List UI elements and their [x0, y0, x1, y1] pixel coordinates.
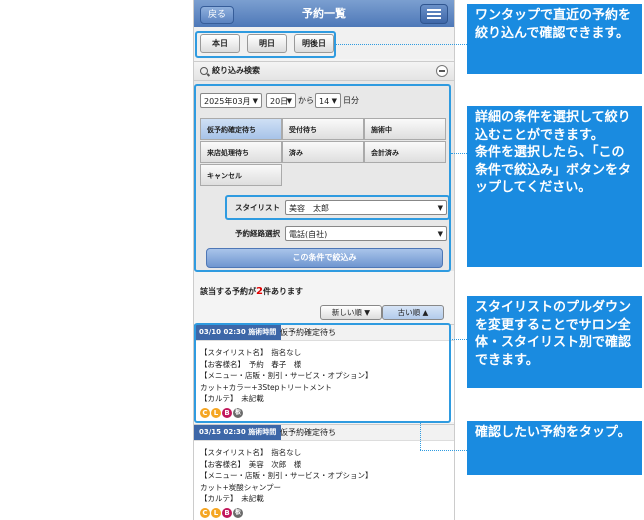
badge-l: L [211, 507, 221, 518]
connector-line [336, 44, 467, 45]
app-header: 戻る 予約一覧 [194, 0, 454, 27]
filter-header[interactable]: 絞り込み検索 [194, 61, 454, 81]
reservation-line: 【スタイリスト名】 指名なし [200, 448, 302, 457]
callout-tap-reservation: 確認したい予約をタップ。 [467, 421, 642, 475]
reservation-status: 仮予約確定待ち [280, 428, 336, 437]
highlight-stylist [225, 195, 450, 220]
highlight-reservation [194, 323, 451, 423]
connector-line [450, 339, 467, 340]
search-icon [200, 67, 208, 75]
reservation-line: 【メニュー・店販・割引・サービス・オプション】 [200, 471, 373, 480]
connector-line [420, 450, 467, 451]
reservation-line: 【カルテ】 未記載 [200, 494, 264, 503]
highlight-filter-panel [194, 84, 451, 272]
collapse-icon[interactable] [436, 65, 448, 77]
result-count: 該当する予約が2件あります [200, 286, 303, 297]
badge-b: B [222, 507, 232, 518]
connector-line [420, 423, 421, 450]
badge-c: C [200, 507, 210, 518]
page-title: 予約一覧 [302, 7, 346, 20]
sort-newest-button[interactable]: 新しい順 ▼ [320, 305, 382, 320]
badge-board: 板 [233, 507, 243, 518]
callout-detail-filter: 詳細の条件を選択して絞り込むことができます。 条件を選択したら、「この条件で絞込… [467, 106, 642, 267]
list-icon [427, 9, 441, 11]
reservation-card[interactable]: 03/15 02:30 施術時間 仮予約確定待ち 【スタイリスト名】 指名なし … [194, 424, 454, 520]
reservation-line: 【お客様名】 美容 次郎 様 [200, 459, 302, 469]
badge-row: CLB板 [200, 507, 448, 519]
filter-title: 絞り込み検索 [212, 66, 260, 75]
menu-button[interactable] [420, 4, 448, 24]
reservation-time: 03/15 02:30 施術時間 [194, 425, 282, 440]
callout-stylist: スタイリストのプルダウンを変更することでサロン全体・スタイリスト別で確認できます… [467, 296, 642, 388]
callout-quick-filter: ワンタップで直近の予約を絞り込んで確認できます。 [467, 4, 642, 74]
connector-line [451, 153, 467, 154]
sort-oldest-button[interactable]: 古い順 ▲ [382, 305, 444, 320]
highlight-date-buttons [195, 31, 336, 58]
reservation-line: カット+炭酸シャンプー [200, 482, 282, 492]
